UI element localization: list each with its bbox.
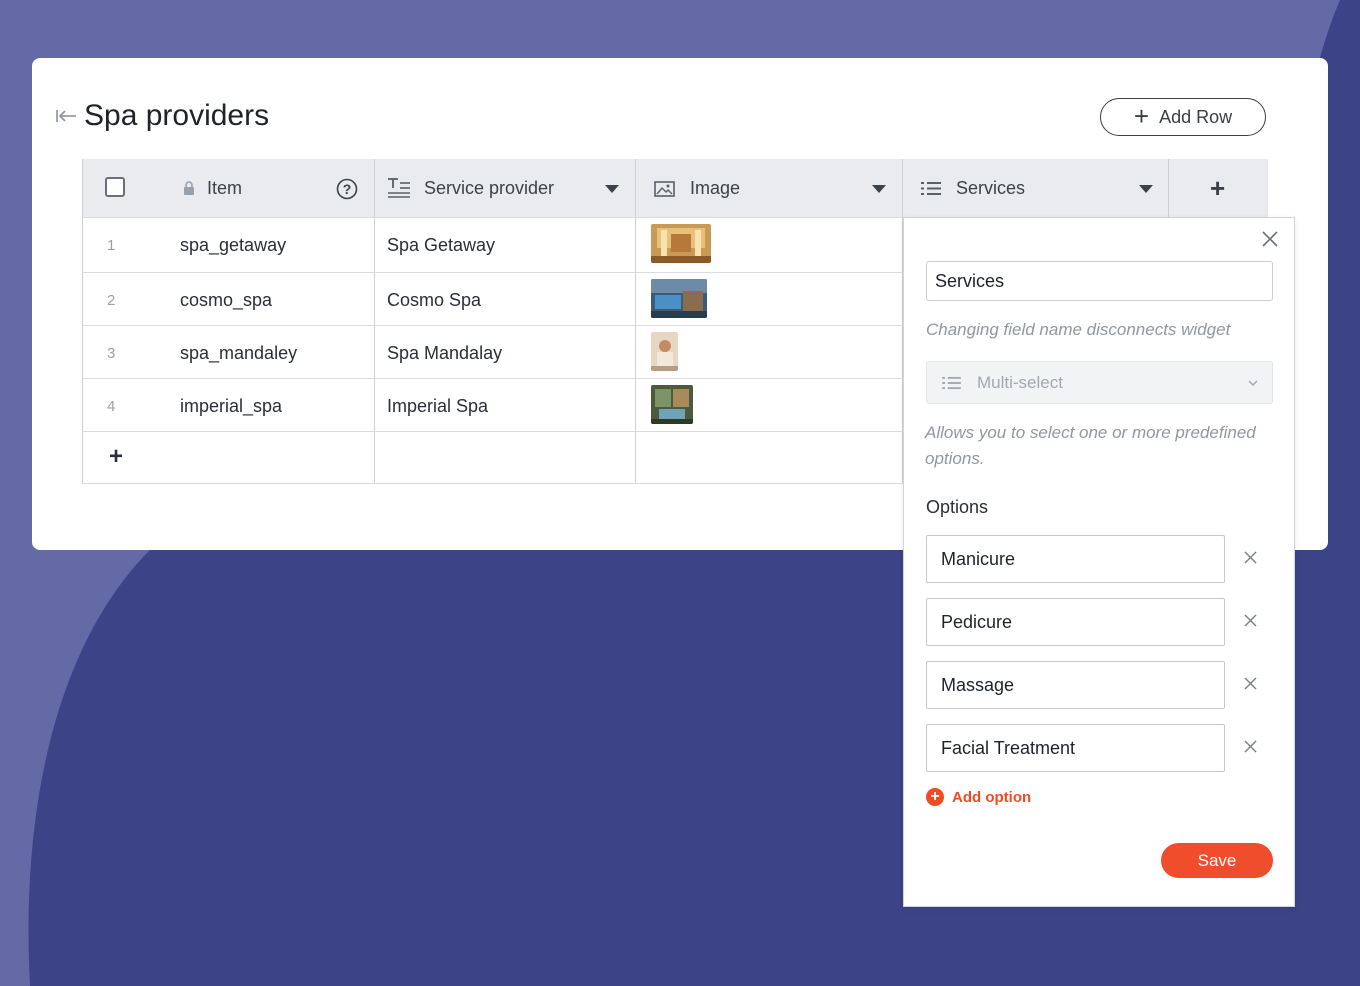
field-type-select[interactable]: Multi-select — [926, 361, 1273, 404]
list-icon — [921, 182, 941, 195]
table-cell-item[interactable]: imperial_spa — [180, 395, 282, 417]
column-header-services[interactable]: Services — [956, 159, 1025, 217]
grid-line — [374, 159, 375, 484]
table-cell-provider[interactable]: Spa Mandalay — [387, 342, 502, 364]
field-name-input[interactable] — [926, 261, 1273, 301]
field-type-value: Multi-select — [977, 372, 1063, 392]
chevron-down-icon — [1248, 380, 1258, 387]
grid-line — [82, 378, 903, 379]
remove-option-icon[interactable] — [1244, 740, 1257, 753]
row-number: 3 — [107, 345, 116, 362]
add-column-button[interactable]: + — [1210, 159, 1225, 217]
add-row-button[interactable]: + Add Row — [1100, 98, 1266, 136]
table-cell-item[interactable]: spa_mandaley — [180, 342, 297, 364]
option-input[interactable] — [926, 661, 1225, 709]
image-icon — [654, 181, 675, 197]
close-icon[interactable] — [1261, 230, 1279, 248]
collapse-back-icon[interactable] — [55, 108, 77, 124]
add-table-row-button[interactable]: + — [109, 445, 123, 469]
save-button[interactable]: Save — [1161, 843, 1273, 878]
option-input[interactable] — [926, 724, 1225, 772]
remove-option-icon[interactable] — [1244, 614, 1257, 627]
column-header-service-provider[interactable]: Service provider — [424, 159, 554, 217]
spa-image-thumbnail[interactable] — [651, 332, 678, 371]
table-cell-provider[interactable]: Imperial Spa — [387, 395, 488, 417]
grid-line — [1168, 159, 1169, 217]
spa-image-thumbnail[interactable] — [651, 224, 711, 263]
column-header-item[interactable]: Item — [207, 159, 242, 217]
lock-icon — [184, 181, 194, 195]
text-field-icon — [388, 178, 410, 198]
plus-icon: + — [1133, 101, 1150, 131]
remove-option-icon[interactable] — [1244, 551, 1257, 564]
column-header-image[interactable]: Image — [690, 159, 740, 217]
grid-line — [82, 431, 903, 432]
table-cell-item[interactable]: spa_getaway — [180, 234, 286, 256]
spa-image-thumbnail[interactable] — [651, 385, 693, 424]
grid-line — [82, 483, 903, 484]
remove-option-icon[interactable] — [1244, 677, 1257, 690]
spa-image-thumbnail[interactable] — [651, 279, 707, 318]
options-label: Options — [926, 497, 989, 517]
table-header — [82, 159, 1268, 217]
table-cell-provider[interactable]: Cosmo Spa — [387, 289, 481, 311]
option-input[interactable] — [926, 598, 1225, 646]
row-number: 1 — [107, 237, 116, 254]
option-input[interactable] — [926, 535, 1225, 583]
table-cell-provider[interactable]: Spa Getaway — [387, 234, 495, 256]
grid-line — [82, 159, 83, 484]
row-number: 2 — [107, 292, 116, 309]
help-icon[interactable]: ? — [336, 178, 358, 200]
chevron-down-icon[interactable] — [872, 185, 886, 193]
page-title: Spa providers — [84, 99, 270, 132]
chevron-down-icon[interactable] — [1139, 185, 1153, 193]
grid-line — [635, 159, 636, 484]
plus-circle-icon: + — [926, 788, 944, 806]
row-number: 4 — [107, 398, 116, 415]
add-row-label: Add Row — [1159, 106, 1233, 127]
add-option-label: Add option — [952, 788, 1032, 806]
table-cell-item[interactable]: cosmo_spa — [180, 289, 272, 311]
grid-line — [82, 325, 903, 326]
svg-text:?: ? — [343, 181, 352, 197]
select-all-checkbox[interactable] — [105, 177, 125, 197]
chevron-down-icon[interactable] — [605, 185, 619, 193]
list-icon — [942, 376, 961, 389]
field-type-hint: Allows you to select one or more predefi… — [925, 423, 1256, 468]
add-option-button[interactable]: + Add option — [926, 788, 1031, 806]
field-name-hint: Changing field name disconnects widget — [926, 320, 1231, 339]
grid-line — [82, 272, 903, 273]
